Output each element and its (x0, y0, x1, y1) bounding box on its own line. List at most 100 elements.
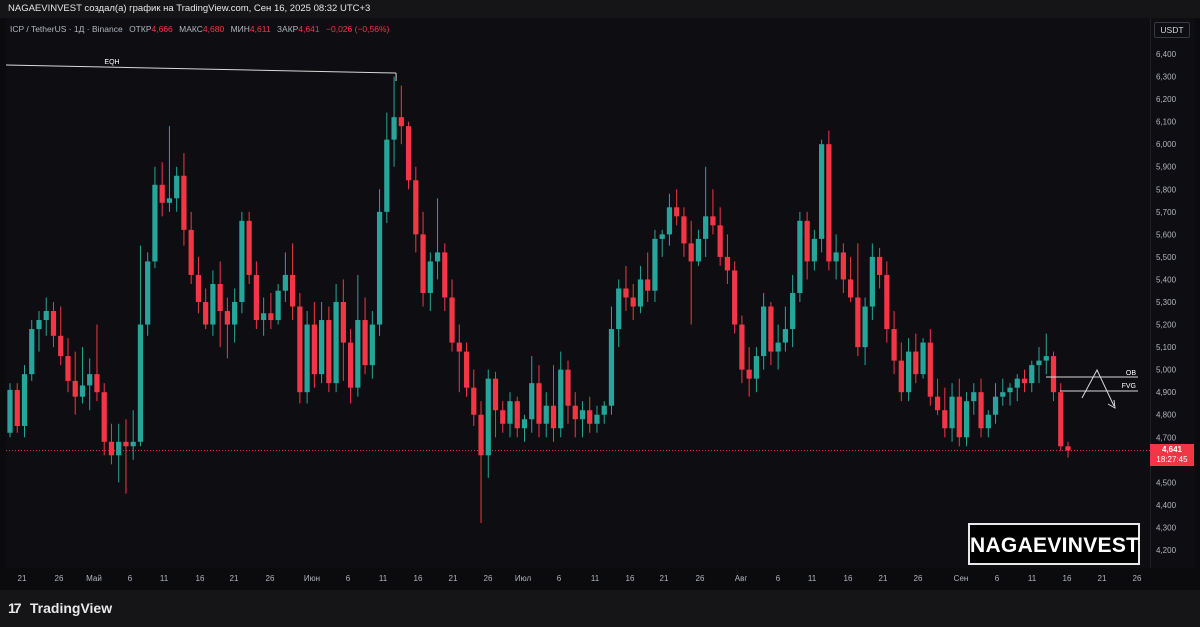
candle-body (282, 274, 288, 291)
candle-body (116, 441, 122, 456)
x-tick-label: 16 (844, 574, 853, 583)
candle-body (94, 374, 100, 393)
candle-body (181, 175, 187, 230)
currency-button[interactable]: USDT (1154, 22, 1190, 38)
y-tick-label: 6,000 (1156, 140, 1177, 149)
y-tick-label: 5,600 (1156, 230, 1177, 239)
tradingview-brand: TradingView (29, 600, 113, 616)
candle-body (1065, 446, 1071, 451)
x-tick-label: 26 (696, 574, 705, 583)
close-value: 4,641 (298, 24, 320, 34)
candle-body (558, 369, 564, 429)
candle-body (442, 252, 448, 298)
candle-body (659, 234, 665, 239)
candle-body (688, 243, 694, 262)
candle-body (746, 369, 752, 379)
candle-body (478, 414, 484, 456)
x-tick-label: 6 (557, 574, 562, 583)
candle-body (775, 342, 781, 352)
high-value: 4,680 (202, 24, 225, 34)
candle-body (7, 389, 13, 433)
candle-body (420, 234, 426, 293)
candle-body (927, 342, 933, 397)
candle-body (804, 220, 810, 262)
candle-body (717, 225, 723, 257)
candle-body (826, 144, 832, 262)
candle-body (391, 117, 397, 140)
candle-body (942, 410, 948, 429)
y-tick-label: 5,200 (1156, 321, 1177, 330)
candle-body (565, 369, 571, 406)
ob-label: OB (1126, 370, 1136, 377)
y-tick-label: 6,200 (1156, 95, 1177, 104)
candle-body (471, 387, 477, 415)
candle-body (1014, 378, 1020, 388)
x-tick-label: 6 (995, 574, 1000, 583)
candle-body (797, 220, 803, 293)
x-tick-label: 21 (18, 574, 27, 583)
candle-body (43, 311, 49, 321)
candle-body (152, 184, 158, 262)
candle-body (1029, 365, 1035, 384)
candle-body (623, 288, 629, 298)
candle-body (166, 198, 173, 203)
current-price-value: 4,641 (1161, 445, 1183, 454)
candle-body (782, 329, 788, 343)
candle-body (819, 144, 825, 239)
y-tick-label: 4,200 (1156, 546, 1177, 555)
candle-body (188, 229, 194, 275)
candle-body (905, 351, 912, 393)
candle-body (318, 320, 325, 375)
candle-body (376, 211, 383, 325)
candle-body (847, 279, 854, 298)
candle-body (768, 306, 774, 352)
x-tick-label: Май (86, 574, 102, 583)
candle-body (290, 274, 296, 307)
candle-body (666, 207, 673, 235)
candle-body (1007, 387, 1013, 393)
candle-body (340, 302, 346, 343)
y-tick-label: 5,700 (1156, 208, 1177, 217)
candlestick-chart[interactable]: 6,400 6,300 6,200 6,100 6,000 5,900 5,800 5,700… (0, 0, 1200, 590)
candle-body (1058, 392, 1064, 447)
candle-body (174, 175, 180, 199)
candle-body (297, 306, 303, 393)
open-value: 4,666 (151, 24, 173, 34)
candle-body (492, 378, 499, 411)
x-tick-label: 26 (266, 574, 275, 583)
candle-body (674, 207, 680, 217)
x-tick-label: 6 (128, 574, 133, 583)
candle-body (369, 324, 375, 366)
x-tick-label: 26 (914, 574, 923, 583)
tradingview-logo[interactable]: 17 TradingView (8, 600, 112, 616)
candle-body (884, 274, 890, 330)
x-tick-label: 11 (1028, 574, 1037, 583)
candle-body (398, 117, 404, 127)
open-label: ОТКР (129, 24, 152, 34)
candle-body (413, 180, 419, 235)
y-tick-label: 5,500 (1156, 253, 1177, 262)
candle-body (579, 410, 586, 420)
current-price-tag: 4,641 18:27:45 (1150, 444, 1194, 466)
y-tick-label: 6,100 (1156, 118, 1177, 127)
candle-body (203, 302, 209, 325)
x-tick-label: 21 (230, 574, 239, 583)
candle-body (869, 256, 875, 307)
candle-body (681, 216, 687, 244)
candle-body (72, 380, 78, 397)
x-tick-label: 11 (379, 574, 388, 583)
x-tick-label: 6 (776, 574, 781, 583)
candle-body (1050, 356, 1057, 393)
candle-body (145, 261, 151, 325)
candle-body (761, 306, 767, 357)
fvg-label: FVG (1122, 383, 1136, 390)
x-tick-label: 21 (1098, 574, 1107, 583)
candle-body (732, 270, 738, 325)
candle-body (130, 441, 136, 447)
x-tick-label: 16 (626, 574, 635, 583)
candle-body (195, 274, 202, 302)
candle-body (347, 342, 354, 388)
candle-body (616, 288, 622, 330)
candle-body (934, 396, 941, 411)
candle-body (87, 374, 93, 386)
